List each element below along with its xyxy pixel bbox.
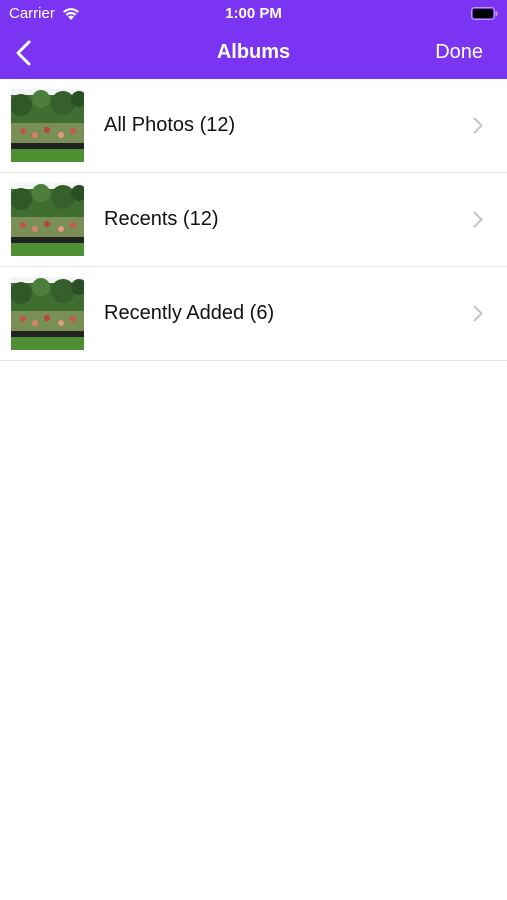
page-title: Albums (216, 41, 291, 63)
album-title: All Photos (12) (104, 114, 236, 136)
chevron-right-icon (473, 305, 483, 322)
album-thumbnail (11, 183, 84, 256)
chevron-right-icon (473, 211, 483, 228)
album-thumbnail (11, 277, 84, 350)
navigation-bar: Albums Done (0, 28, 507, 79)
album-row-all-photos[interactable]: All Photos (12) (0, 79, 507, 173)
album-row-recently-added[interactable]: Recently Added (6) (0, 267, 507, 361)
status-time: 1:00 PM (225, 5, 282, 22)
album-row-recents[interactable]: Recents (12) (0, 173, 507, 267)
done-button[interactable]: Done (435, 41, 483, 64)
album-list: All Photos (12) Recents (12) Recently Ad… (0, 79, 507, 361)
album-thumbnail (11, 89, 84, 162)
chevron-right-icon (473, 117, 483, 134)
app-header: Carrier 1:00 PM Albums Done (0, 0, 507, 79)
status-bar: Carrier 1:00 PM (0, 0, 507, 28)
album-title: Recently Added (6) (104, 302, 275, 324)
album-title: Recents (12) (104, 208, 219, 230)
battery-icon (471, 7, 498, 20)
